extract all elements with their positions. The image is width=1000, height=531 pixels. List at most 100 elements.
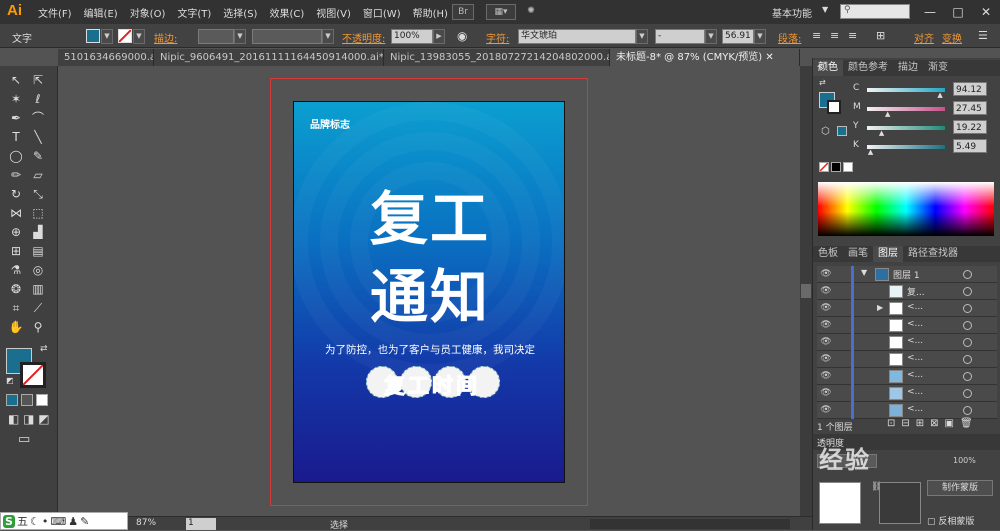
blend-tool-icon[interactable]: ◎	[28, 262, 48, 279]
transparency-opacity-value[interactable]: 100%	[953, 456, 976, 465]
color-mode-icon[interactable]	[6, 394, 18, 406]
perspective-grid-tool-icon[interactable]: ▟	[28, 224, 48, 241]
arrange-documents-icon[interactable]: ▦▾	[486, 4, 516, 20]
search-input[interactable]: ⚲	[840, 4, 910, 19]
layer-row[interactable]: 👁 <...	[817, 385, 997, 402]
menu-help[interactable]: 帮助(H)	[413, 5, 448, 20]
layer-name[interactable]: <...	[907, 336, 923, 346]
mesh-tool-icon[interactable]: ⊞	[6, 243, 26, 260]
menu-object[interactable]: 对象(O)	[130, 5, 166, 20]
draw-mode-icon[interactable]: ◧ ◨ ◩	[8, 412, 50, 426]
tab-pathfinder[interactable]: 路径查找器	[903, 246, 963, 262]
target-circle-icon[interactable]	[963, 321, 972, 330]
ime-moon-icon[interactable]: ☾	[30, 515, 40, 528]
fill-swatch[interactable]	[86, 29, 100, 43]
gradient-mode-icon[interactable]	[21, 394, 33, 406]
horizontal-scrollbar[interactable]	[590, 519, 790, 529]
chevron-down-icon[interactable]: ▼	[636, 29, 648, 44]
target-circle-icon[interactable]	[963, 287, 972, 296]
text-frame-icon[interactable]: ⊞	[876, 29, 885, 42]
layer-row[interactable]: 👁 ▶ <...	[817, 300, 997, 317]
zoom-level[interactable]: 87%	[136, 518, 156, 528]
layer-row[interactable]: 👁 <...	[817, 317, 997, 334]
chevron-down-icon[interactable]: ▼	[322, 29, 334, 44]
default-colors-icon[interactable]: ◩	[6, 376, 14, 385]
cyan-knob[interactable]: ▲	[937, 91, 942, 99]
ime-skin-icon[interactable]: ♟	[68, 515, 78, 528]
expand-triangle-icon[interactable]: ▶	[877, 303, 883, 312]
visibility-eye-icon[interactable]: 👁	[819, 388, 833, 399]
menu-file[interactable]: 文件(F)	[38, 5, 72, 20]
align-panel-link[interactable]: 对齐	[914, 30, 934, 45]
expand-triangle-icon[interactable]: ▼	[861, 268, 867, 277]
line-tool-icon[interactable]: ╲	[28, 129, 48, 146]
minimize-button[interactable]: —	[916, 2, 944, 22]
layer-name[interactable]: <...	[907, 319, 923, 329]
type-tool-icon[interactable]: T	[6, 129, 26, 146]
visibility-eye-icon[interactable]: 👁	[819, 405, 833, 416]
rotate-tool-icon[interactable]: ↻	[6, 186, 26, 203]
none-color-chip[interactable]	[819, 162, 829, 172]
restore-button[interactable]: □	[944, 2, 972, 22]
layer-row-parent[interactable]: 👁 ▼ 图层 1	[817, 266, 997, 283]
cyan-slider[interactable]: C ▲ 94.12	[853, 82, 993, 99]
subtitle-text[interactable]: 为了防控，也为了客户与员工健康，我司决定	[294, 342, 564, 357]
workspace-switcher[interactable]: 基本功能	[772, 5, 812, 20]
menu-view[interactable]: 视图(V)	[316, 5, 351, 20]
free-transform-tool-icon[interactable]: ⬚	[28, 205, 48, 222]
chevron-down-icon[interactable]: ▼	[234, 29, 246, 44]
bridge-icon[interactable]: Br	[452, 4, 474, 20]
ime-settings-icon[interactable]: ✎	[80, 515, 89, 528]
scale-tool-icon[interactable]: ⤡	[28, 186, 48, 203]
tab-document-active[interactable]: 未标题-8* @ 87% (CMYK/预览) ✕	[610, 49, 800, 66]
layer-row[interactable]: 👁 <...	[817, 351, 997, 368]
black-value-field[interactable]: 5.49	[953, 139, 987, 153]
black-track[interactable]	[867, 145, 945, 149]
invert-mask-checkbox[interactable]: ▢ 反相蒙版	[927, 514, 974, 527]
target-circle-icon[interactable]	[963, 338, 972, 347]
close-button[interactable]: ✕	[972, 2, 1000, 22]
make-mask-button[interactable]: 制作蒙版	[927, 480, 993, 496]
transform-panel-link[interactable]: 变换	[942, 30, 962, 45]
artboard-tool-icon[interactable]: ⌗	[6, 300, 26, 317]
stroke-color-chip[interactable]	[827, 100, 841, 114]
font-size-field[interactable]: 56.91	[722, 29, 754, 44]
slice-tool-icon[interactable]: ⟋	[28, 300, 48, 317]
paragraph-label[interactable]: 段落:	[778, 30, 801, 45]
screen-mode-icon[interactable]: ▭	[18, 432, 30, 447]
none-mode-icon[interactable]	[36, 394, 48, 406]
tab-brushes[interactable]: 画笔	[843, 246, 873, 262]
ime-keyboard-icon[interactable]: ⌨	[50, 515, 66, 528]
tab-stroke[interactable]: 描边	[893, 60, 923, 76]
headline-line-1[interactable]: 复工	[294, 172, 564, 256]
vertical-scrollbar[interactable]	[800, 66, 812, 516]
column-graph-tool-icon[interactable]: ▥	[28, 281, 48, 298]
yellow-slider[interactable]: Y ▲ 19.22	[853, 120, 993, 137]
black-color-chip[interactable]	[831, 162, 841, 172]
align-center-icon[interactable]: ≡	[830, 29, 839, 42]
gamut-color-chip[interactable]	[837, 126, 847, 136]
magic-wand-tool-icon[interactable]: ✶	[6, 91, 26, 108]
curvature-tool-icon[interactable]: ⌒	[28, 110, 48, 127]
visibility-eye-icon[interactable]: 👁	[819, 286, 833, 297]
collapse-icon[interactable]: ◂	[817, 62, 821, 70]
chevron-down-icon[interactable]: ▼	[101, 29, 113, 44]
character-label[interactable]: 字符:	[486, 30, 509, 45]
magenta-knob[interactable]: ▲	[885, 110, 890, 118]
chevron-right-icon[interactable]: ▶	[433, 29, 445, 44]
visibility-eye-icon[interactable]: 👁	[819, 269, 833, 280]
opacity-field[interactable]: 100%	[391, 29, 433, 44]
selection-tool-icon[interactable]: ↖	[6, 72, 26, 89]
visibility-eye-icon[interactable]: 👁	[819, 337, 833, 348]
ime-punct-icon[interactable]: •	[42, 515, 49, 528]
brand-logo-text[interactable]: 品牌标志	[310, 116, 350, 131]
target-circle-icon[interactable]	[963, 270, 972, 279]
target-circle-icon[interactable]	[963, 372, 972, 381]
visibility-eye-icon[interactable]: 👁	[819, 320, 833, 331]
stroke-none-swatch[interactable]	[118, 29, 132, 43]
opacity-label[interactable]: 不透明度:	[342, 30, 385, 45]
chevron-down-icon[interactable]: ▼	[754, 29, 766, 44]
ime-wubi-icon[interactable]: 五	[17, 513, 28, 529]
stroke-weight-field[interactable]	[198, 29, 234, 44]
tab-color-guide[interactable]: 颜色参考	[843, 60, 893, 76]
